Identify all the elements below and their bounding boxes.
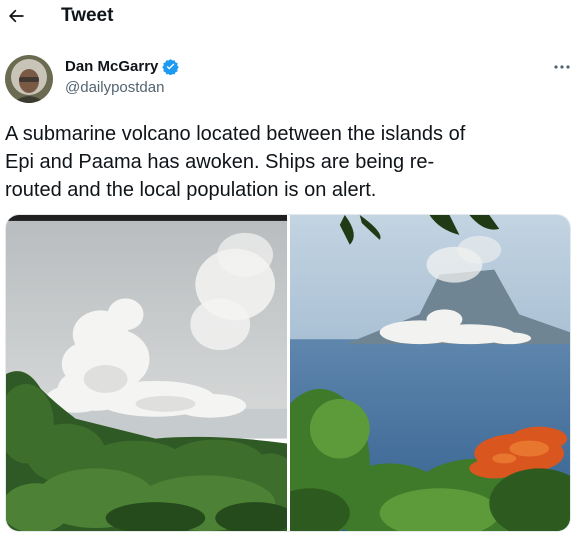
avatar-image xyxy=(5,55,53,103)
author-name[interactable]: Dan McGarry xyxy=(65,58,158,75)
media-photo-1[interactable] xyxy=(6,215,287,531)
back-button[interactable] xyxy=(4,4,28,28)
tweet-text: A submarine volcano located between the … xyxy=(5,123,466,201)
page-title: Tweet xyxy=(61,5,114,26)
volcano-eruption-photo xyxy=(6,215,287,531)
arrow-left-icon xyxy=(9,9,24,23)
more-options-button[interactable] xyxy=(550,57,574,77)
tweet-header: Tweet xyxy=(0,0,580,34)
tweet-media-grid xyxy=(5,214,571,532)
more-horizontal-icon xyxy=(554,65,570,69)
avatar[interactable] xyxy=(5,55,53,103)
media-photo-2[interactable] xyxy=(290,215,570,531)
verified-badge-icon xyxy=(162,59,180,75)
author-name-row: Dan McGarry xyxy=(65,58,180,75)
author-handle[interactable]: @dailypostdan xyxy=(65,79,164,96)
volcanic-island-photo xyxy=(290,215,570,531)
